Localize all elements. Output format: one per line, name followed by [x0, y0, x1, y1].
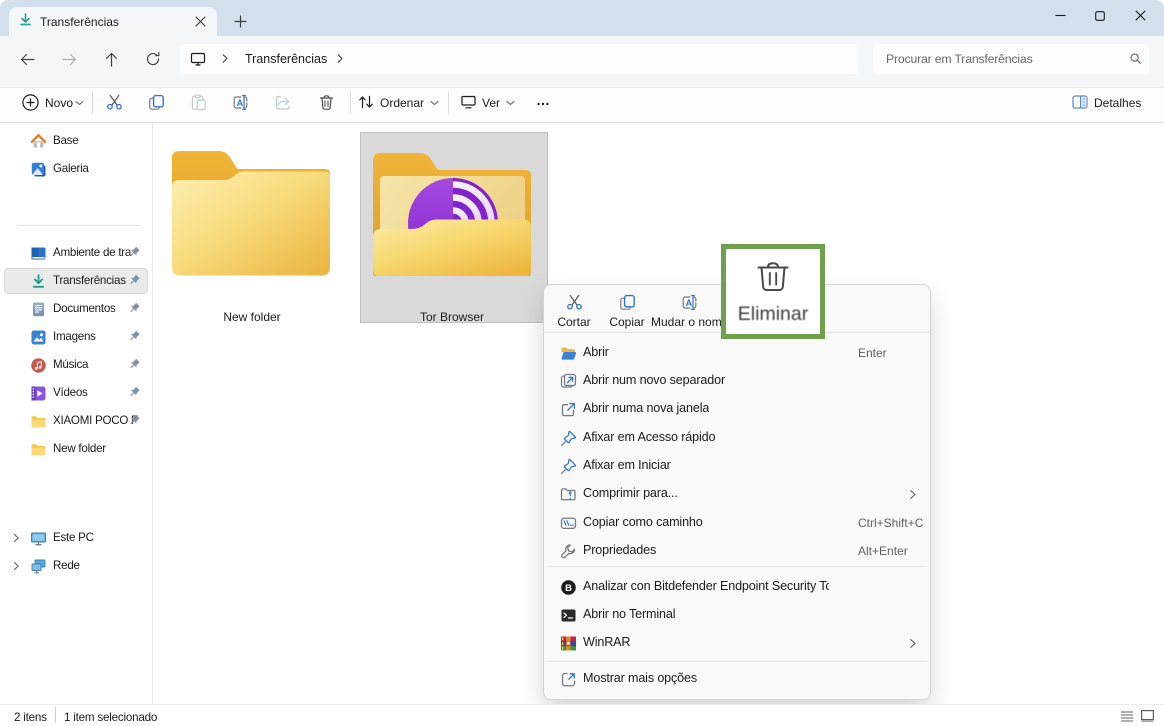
svg-text:B: B — [565, 582, 572, 593]
svg-text:A: A — [685, 298, 692, 308]
svg-text:A: A — [237, 98, 244, 108]
